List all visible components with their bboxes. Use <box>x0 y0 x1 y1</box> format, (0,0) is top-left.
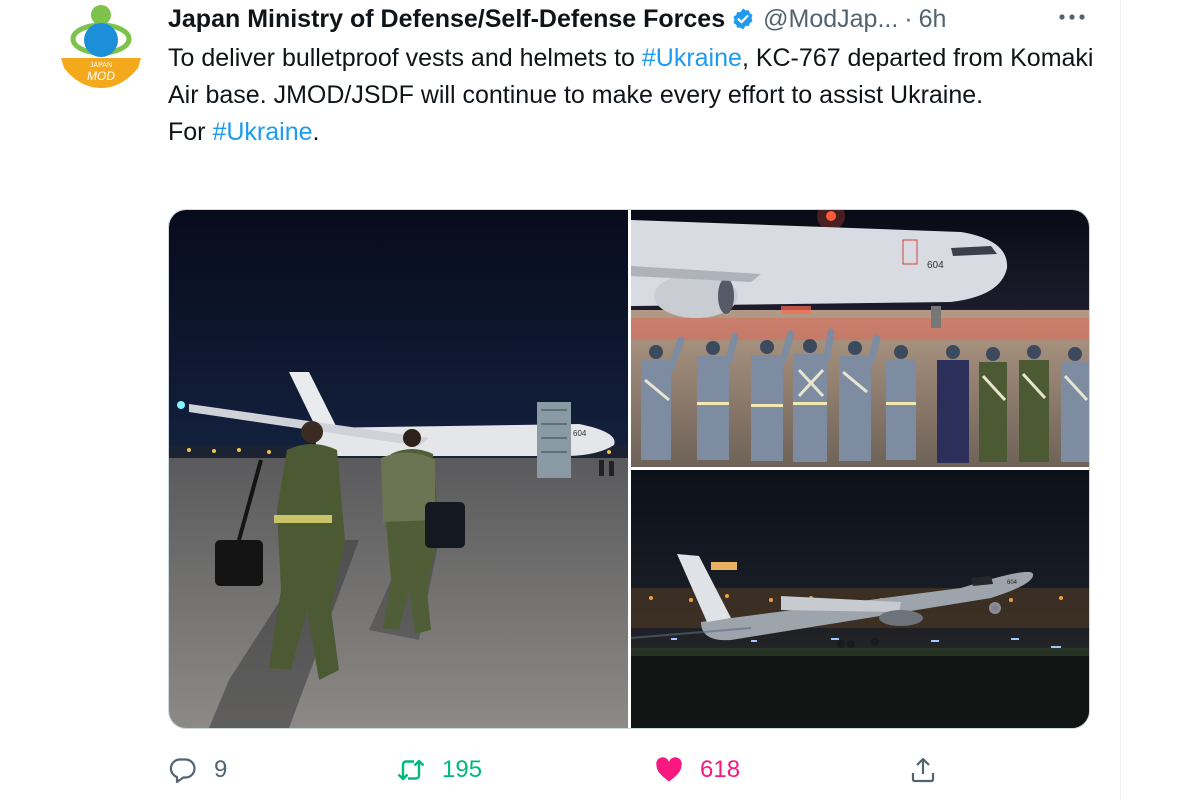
media-grid: 604 604 604 <box>168 209 1090 729</box>
reply-button[interactable]: 9 <box>168 748 227 792</box>
avatar[interactable]: JAPAN MOD <box>60 2 142 88</box>
reply-icon <box>169 758 196 784</box>
like-icon <box>656 757 682 782</box>
photo-aircraft-takeoff[interactable]: 604 <box>631 470 1089 728</box>
retweet-icon <box>397 759 425 781</box>
retweet-count: 195 <box>442 756 483 783</box>
share-button[interactable] <box>908 748 938 792</box>
more-icon <box>1059 14 1085 20</box>
tweet-header: Japan Ministry of Defense/Self-Defense F… <box>168 4 1098 34</box>
photo-crew-walking[interactable]: 604 <box>169 210 628 728</box>
hashtag-link[interactable]: #Ukraine <box>642 44 742 72</box>
tweet-text: To deliver bulletproof vests and helmets… <box>168 40 1108 151</box>
photo-personnel-waving-image: 604 <box>631 210 1089 467</box>
photo3-tail-number: 604 <box>1007 580 1018 586</box>
avatar-text-top: JAPAN <box>90 62 112 69</box>
avatar-text-bottom: MOD <box>87 69 115 83</box>
more-button[interactable] <box>1052 2 1092 32</box>
text-segment: . <box>312 118 320 146</box>
tweet-actions: 9 195 618 <box>168 748 968 792</box>
photo1-tail-number: 604 <box>573 429 587 438</box>
like-count: 618 <box>700 756 741 783</box>
verified-badge-icon <box>733 8 753 30</box>
photo2-tail-number: 604 <box>927 260 944 271</box>
tweet-text-paragraph-1: To deliver bulletproof vests and helmets… <box>168 40 1108 114</box>
like-button[interactable]: 618 <box>654 748 740 792</box>
photo-crew-walking-image: 604 <box>169 210 628 728</box>
text-segment: To deliver bulletproof vests and helmets… <box>168 44 642 72</box>
timestamp[interactable]: 6h <box>919 5 947 34</box>
mod-logo: JAPAN MOD <box>61 5 141 88</box>
reply-count: 9 <box>214 756 228 783</box>
hashtag-link[interactable]: #Ukraine <box>212 118 312 146</box>
share-icon <box>911 757 935 783</box>
photo-personnel-waving[interactable]: 604 <box>631 210 1089 467</box>
photo-aircraft-takeoff-image: 604 <box>631 470 1089 728</box>
text-segment: For <box>168 118 213 146</box>
separator-dot: · <box>904 4 913 33</box>
author-handle[interactable]: @ModJap... <box>763 5 898 34</box>
retweet-button[interactable]: 195 <box>396 748 482 792</box>
tweet-text-paragraph-2: For #Ukraine. <box>168 114 1108 151</box>
timeline-border <box>1120 0 1121 800</box>
author-name[interactable]: Japan Ministry of Defense/Self-Defense F… <box>168 5 725 34</box>
